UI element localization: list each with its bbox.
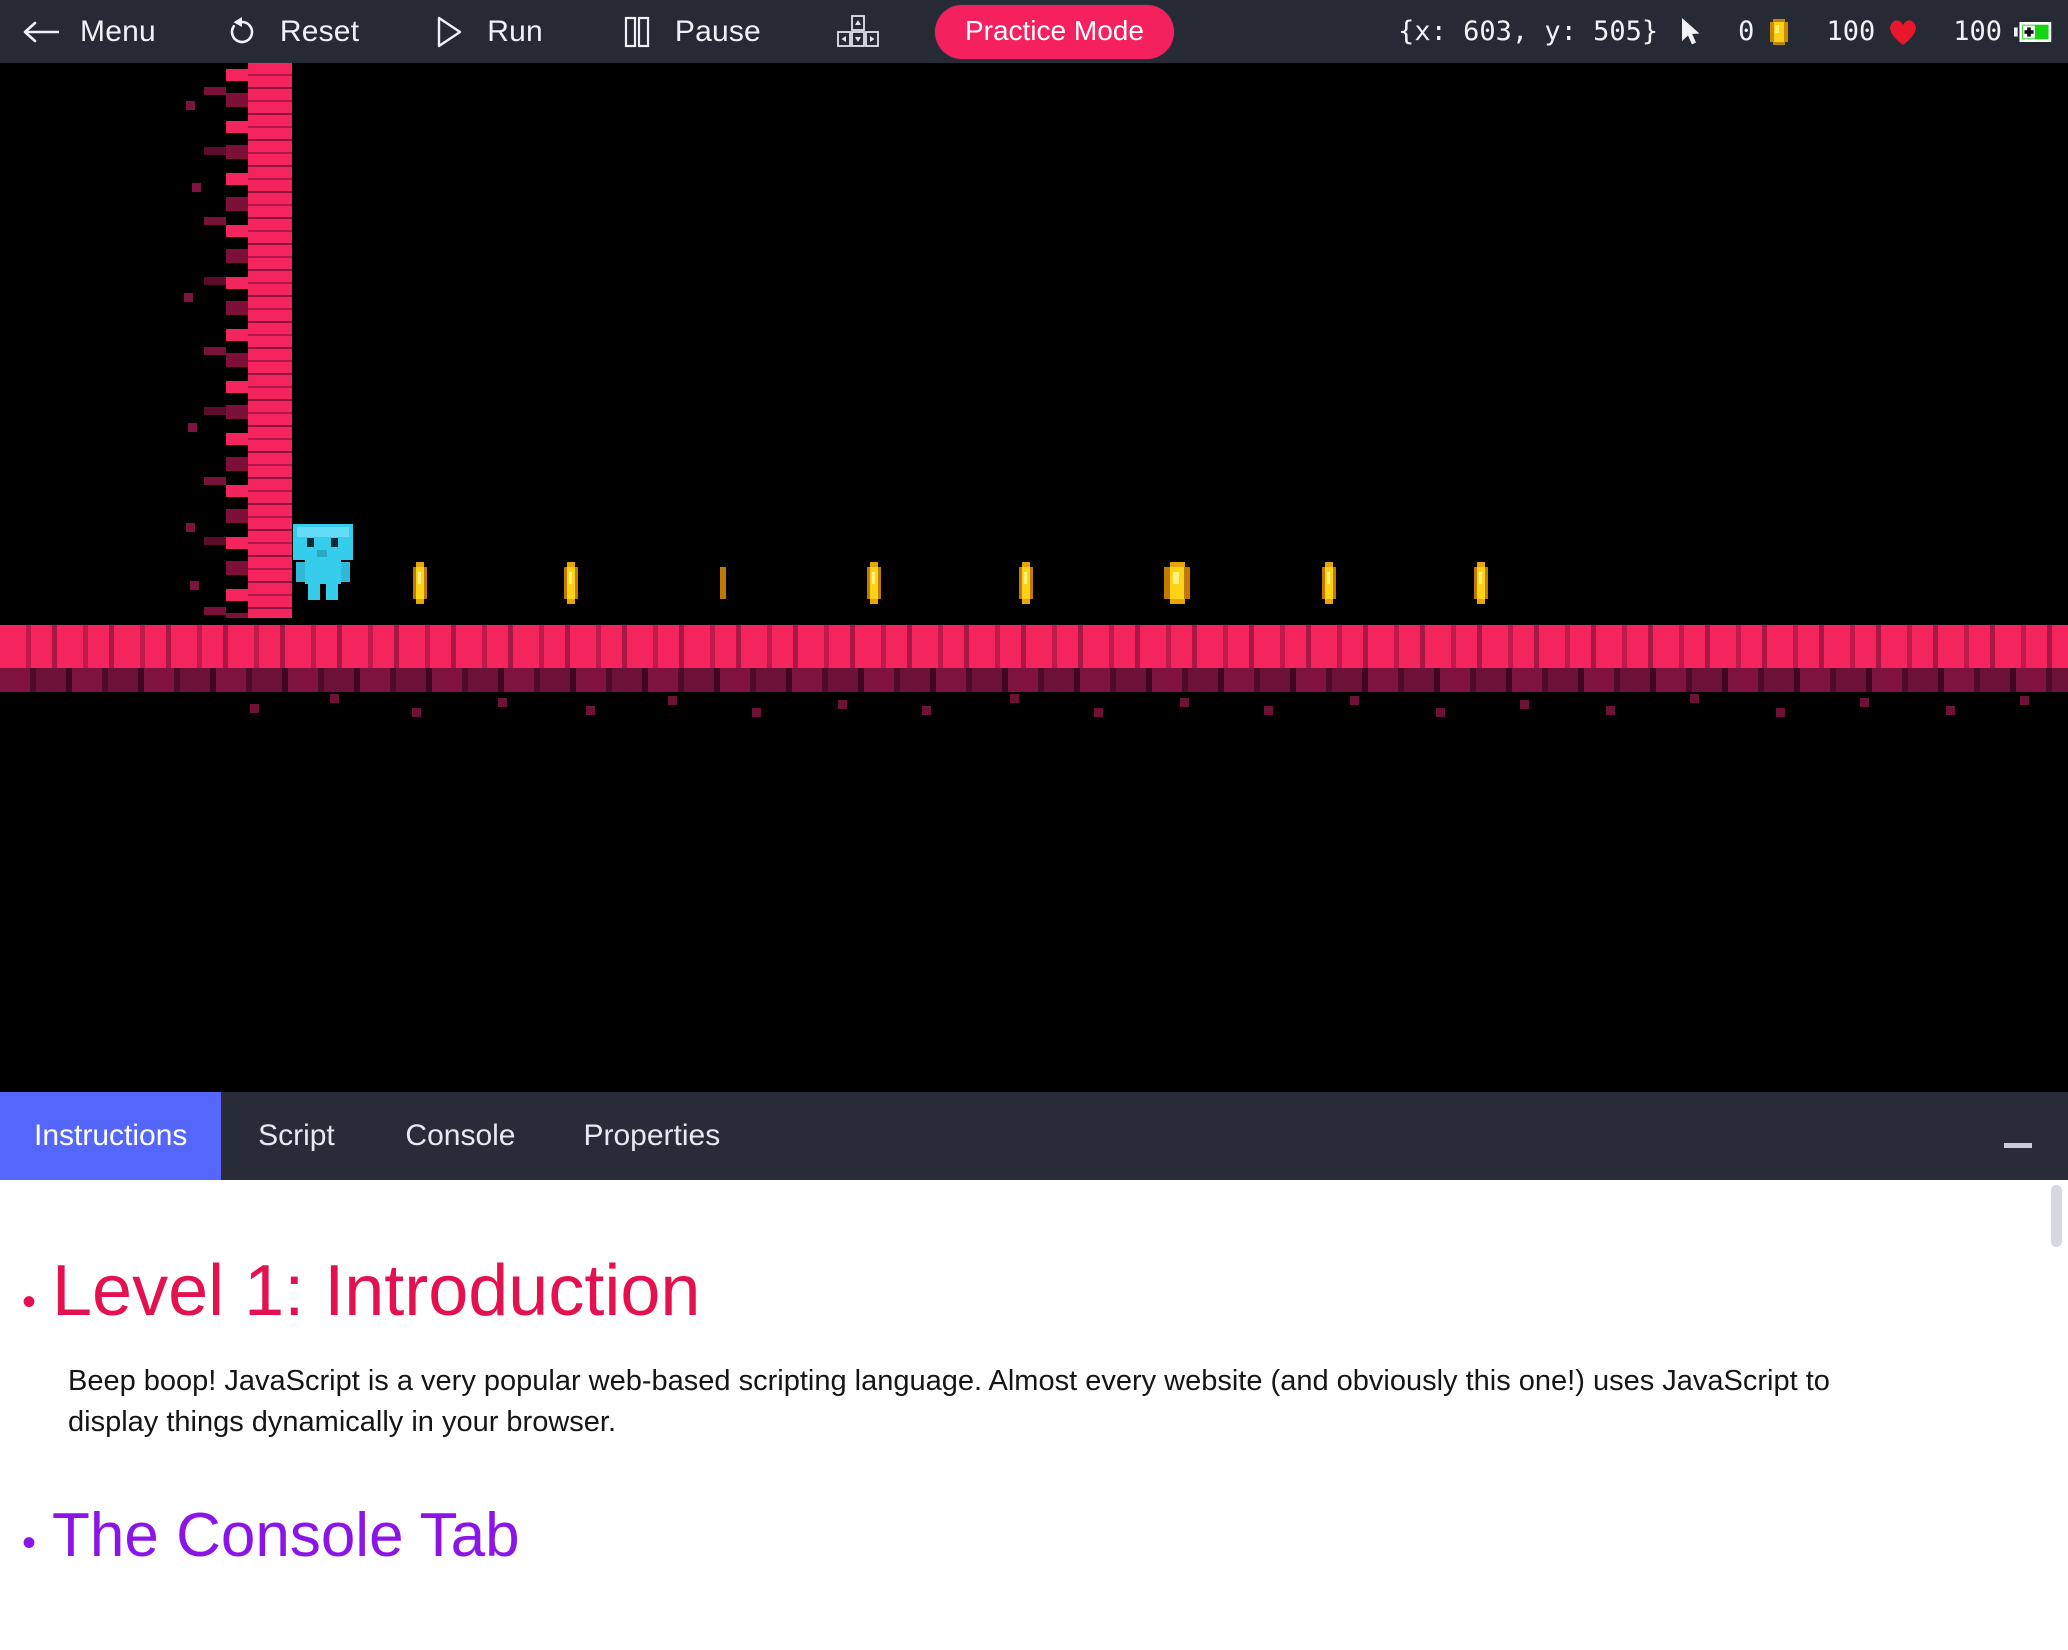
tab-instructions-label: Instructions bbox=[34, 1119, 188, 1152]
instructions-panel: • Level 1: Introduction Beep boop! JavaS… bbox=[0, 1180, 2068, 1650]
gold-coin[interactable] bbox=[720, 562, 726, 604]
battery-count: 100 bbox=[1953, 16, 2002, 47]
gold-coin[interactable] bbox=[1164, 562, 1190, 604]
health-count: 100 bbox=[1826, 16, 1876, 47]
minimize-icon[interactable] bbox=[1990, 1092, 2046, 1180]
instructions-scrollbar-thumb[interactable] bbox=[2051, 1185, 2062, 1247]
bullet-1: • bbox=[22, 1280, 37, 1324]
reset-button[interactable]: Reset bbox=[200, 0, 381, 63]
gold-coin-icon bbox=[1766, 16, 1792, 48]
battery-icon bbox=[2014, 18, 2054, 46]
tab-console-label: Console bbox=[405, 1119, 516, 1152]
game-canvas[interactable] bbox=[0, 63, 2068, 1092]
gold-coin[interactable] bbox=[564, 562, 578, 604]
terrain-ground-particles bbox=[0, 690, 2068, 724]
minimize-dash bbox=[2004, 1142, 2032, 1148]
run-button[interactable]: Run bbox=[407, 0, 565, 63]
tab-script-label: Script bbox=[258, 1119, 335, 1152]
coin-stat: 0 bbox=[1738, 16, 1792, 48]
cursor-arrow-icon bbox=[1678, 16, 1704, 48]
menu-button[interactable]: Menu bbox=[0, 0, 178, 63]
heart-icon bbox=[1887, 17, 1919, 47]
pause-icon bbox=[617, 12, 657, 52]
dpad-keys-icon bbox=[835, 13, 881, 51]
arrow-left-icon bbox=[22, 12, 62, 52]
instructions-heading-2: • The Console Tab bbox=[22, 1500, 2028, 1570]
instructions-heading-1: • Level 1: Introduction bbox=[22, 1251, 2028, 1331]
tab-instructions[interactable]: Instructions bbox=[0, 1092, 222, 1180]
tab-console[interactable]: Console bbox=[371, 1092, 549, 1180]
reset-icon bbox=[222, 12, 262, 52]
instructions-heading-1-text: Level 1: Introduction bbox=[52, 1251, 701, 1331]
terrain-wall-particles bbox=[184, 63, 254, 623]
practice-mode-button[interactable]: Practice Mode bbox=[934, 4, 1174, 59]
gold-coin[interactable] bbox=[413, 562, 427, 604]
run-label: Run bbox=[487, 14, 543, 48]
tab-script[interactable]: Script bbox=[221, 1092, 371, 1180]
tab-properties[interactable]: Properties bbox=[549, 1092, 754, 1180]
terrain-wall-left bbox=[204, 63, 292, 618]
menu-label: Menu bbox=[80, 14, 156, 48]
health-stat: 100 bbox=[1826, 16, 1919, 47]
terrain-ground-shadow bbox=[0, 668, 2068, 692]
instructions-paragraph-1: Beep boop! JavaScript is a very popular … bbox=[68, 1365, 1830, 1439]
gold-coin[interactable] bbox=[1019, 562, 1033, 604]
gold-coin[interactable] bbox=[1474, 562, 1488, 604]
coordinates-readout: {x: 603, y: 505} bbox=[1398, 16, 1659, 47]
tab-properties-label: Properties bbox=[583, 1119, 721, 1152]
instructions-scrollbar[interactable] bbox=[2051, 1185, 2062, 1650]
dpad-keys-button[interactable] bbox=[813, 0, 903, 63]
play-icon bbox=[429, 12, 469, 52]
terrain-ground bbox=[0, 625, 2068, 669]
battery-stat: 100 bbox=[1953, 16, 2054, 47]
gold-coin[interactable] bbox=[867, 562, 881, 604]
bullet-2: • bbox=[22, 1520, 37, 1565]
panel-tabbar: Instructions Script Console Properties bbox=[0, 1092, 2068, 1180]
instructions-heading-2-text: The Console Tab bbox=[52, 1500, 520, 1570]
player-robot[interactable] bbox=[293, 524, 353, 600]
pause-label: Pause bbox=[674, 14, 761, 48]
app-root: Menu Reset Run Pause Practice Mode {x: 6… bbox=[0, 0, 2068, 1650]
pause-button[interactable]: Pause bbox=[595, 0, 783, 63]
reset-label: Reset bbox=[279, 14, 360, 48]
coin-count: 0 bbox=[1738, 16, 1755, 47]
top-toolbar: Menu Reset Run Pause Practice Mode {x: 6… bbox=[0, 0, 2068, 63]
status-bar: {x: 603, y: 505} 0 100 100 bbox=[1398, 0, 2054, 63]
gold-coin[interactable] bbox=[1322, 562, 1336, 604]
